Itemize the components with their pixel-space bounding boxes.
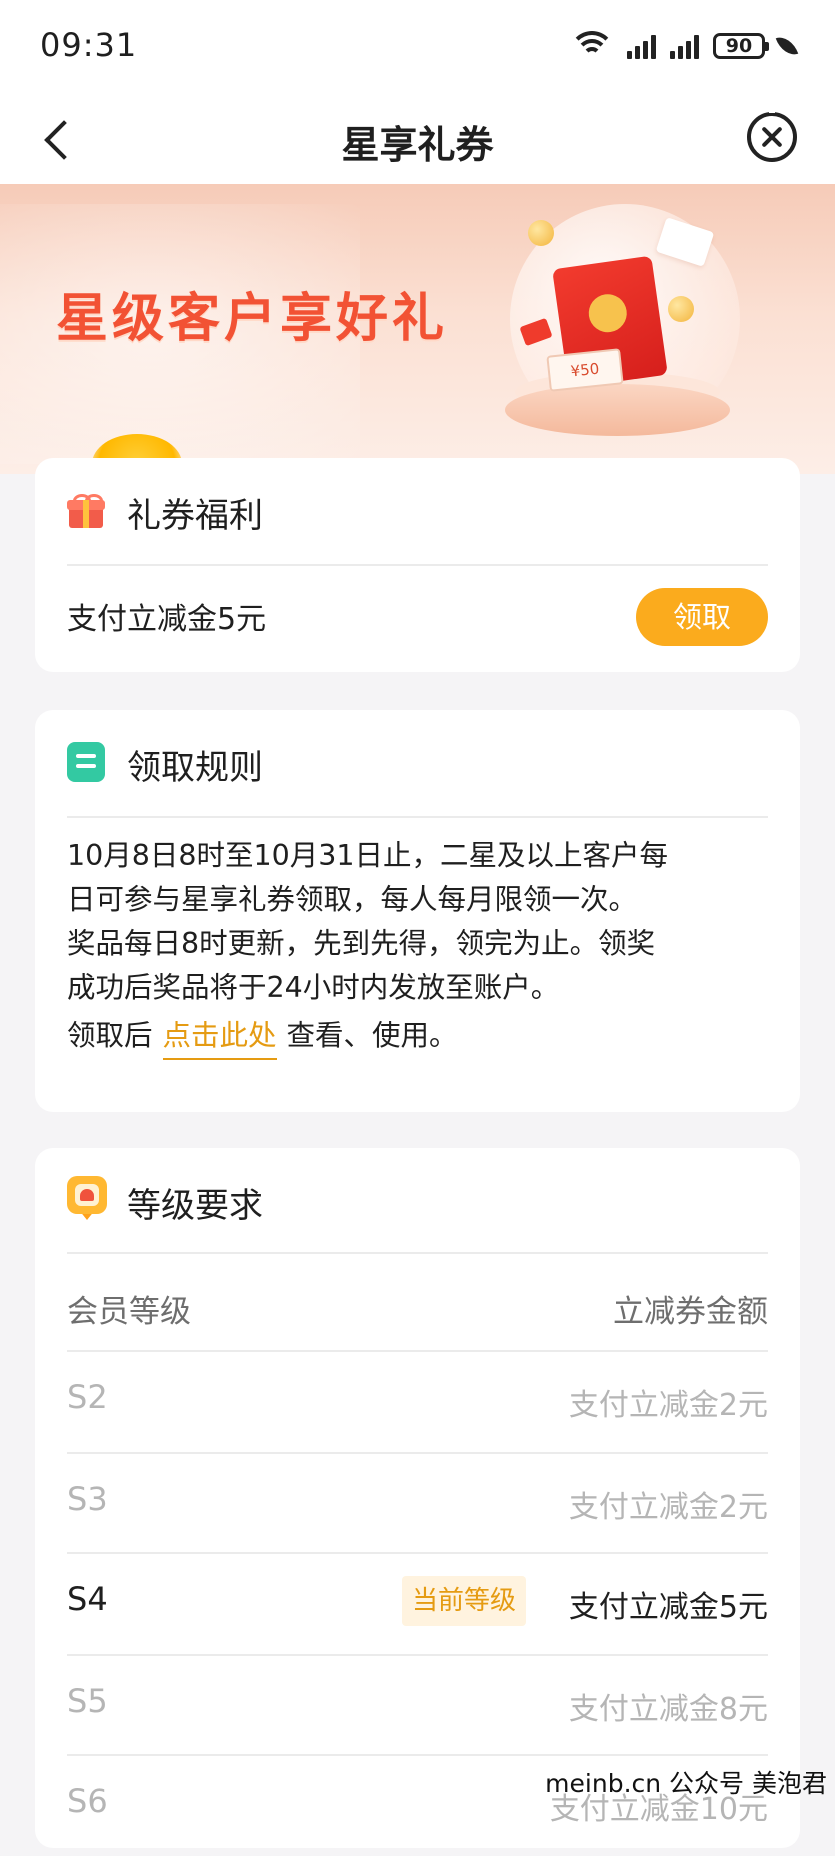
rules-line: 日可参与星享礼券领取，每人每月限领一次。	[67, 883, 638, 916]
current-level-badge: 当前等级	[401, 1576, 526, 1626]
banner-title: 星级客户享好礼	[56, 289, 449, 349]
tier-amount: 支付立减金8元	[568, 1692, 768, 1727]
rules-card-header: 领取规则	[35, 710, 800, 816]
benefit-card-title: 礼券福利	[127, 496, 263, 536]
benefit-card: 礼券福利 支付立减金5元 领取	[35, 458, 800, 672]
divider	[67, 564, 768, 566]
coin-icon	[528, 220, 554, 246]
level-table-header: 会员等级 立减券金额	[67, 1256, 768, 1356]
table-row-current: S4 当前等级 支付立减金5元	[67, 1554, 768, 1654]
divider	[67, 816, 768, 818]
tier-amount: 支付立减金2元	[568, 1490, 768, 1525]
level-card-header: 等级要求	[35, 1148, 800, 1254]
tier-level: S3	[67, 1480, 108, 1518]
coupon-illustration: ¥50	[546, 348, 624, 392]
watermark: meinb.cn 公众号 美泡君	[545, 1769, 827, 1798]
table-row: S2 支付立减金2元	[67, 1352, 768, 1452]
rules-line: 成功后奖品将于24小时内发放至账户。	[67, 971, 560, 1004]
clipboard-icon	[67, 742, 105, 782]
level-badge-icon	[67, 1176, 107, 1220]
promo-banner: 星级客户享好礼 ¥50	[0, 184, 835, 474]
tier-level: S4	[67, 1580, 108, 1618]
rules-line: 10月8日8时至10月31日止，二星及以上客户每	[67, 839, 669, 872]
battery-icon: 90	[713, 33, 769, 59]
rules-line-prefix: 领取后	[67, 1019, 153, 1052]
tier-level: S5	[67, 1682, 108, 1720]
leaf-icon	[775, 32, 799, 60]
rules-card: 领取规则 10月8日8时至10月31日止，二星及以上客户每 日可参与星享礼券领取…	[35, 710, 800, 1112]
table-row: S3 支付立减金2元	[67, 1454, 768, 1554]
column-header-level: 会员等级	[67, 1294, 191, 1330]
table-row: S5 支付立减金8元	[67, 1656, 768, 1756]
tier-amount: 支付立减金5元	[568, 1590, 768, 1625]
page-title: 星享礼券	[341, 123, 494, 167]
tier-level: S6	[67, 1782, 108, 1820]
rules-text: 10月8日8时至10月31日止，二星及以上客户每 日可参与星享礼券领取，每人每月…	[67, 834, 768, 1060]
gift-icon	[67, 494, 105, 528]
coin-icon	[668, 296, 694, 322]
divider	[67, 1252, 768, 1254]
signal-icon-2	[670, 33, 699, 59]
claim-button[interactable]: 领取	[636, 588, 768, 646]
rules-line: 奖品每日8时更新，先到先得，领完为止。领奖	[67, 927, 656, 960]
level-card: 等级要求 会员等级 立减券金额 S2 支付立减金2元 S3 支付立减金2元 S4…	[35, 1148, 800, 1848]
benefit-item-name: 支付立减金5元	[67, 602, 267, 637]
status-icons: 90	[569, 30, 799, 62]
benefit-card-header: 礼券福利	[35, 458, 800, 564]
column-header-amount: 立减券金额	[613, 1294, 768, 1330]
battery-level: 90	[725, 35, 753, 57]
level-card-title: 等级要求	[127, 1186, 263, 1226]
tier-level: S2	[67, 1378, 108, 1416]
rules-line: 领取后 点击此处 查看、使用。	[67, 1014, 768, 1060]
status-bar: 09:31 90	[0, 0, 835, 96]
wifi-icon	[569, 31, 615, 61]
nav-bar: 星享礼券	[0, 96, 835, 184]
tier-amount: 支付立减金2元	[568, 1388, 768, 1423]
view-usage-link[interactable]: 点击此处	[162, 1019, 277, 1060]
rules-line-suffix: 查看、使用。	[286, 1019, 458, 1052]
rules-card-title: 领取规则	[127, 748, 263, 788]
signal-icon	[627, 33, 656, 59]
benefit-item: 支付立减金5元 领取	[67, 568, 768, 658]
status-time: 09:31	[40, 26, 138, 64]
close-icon[interactable]	[747, 107, 797, 162]
